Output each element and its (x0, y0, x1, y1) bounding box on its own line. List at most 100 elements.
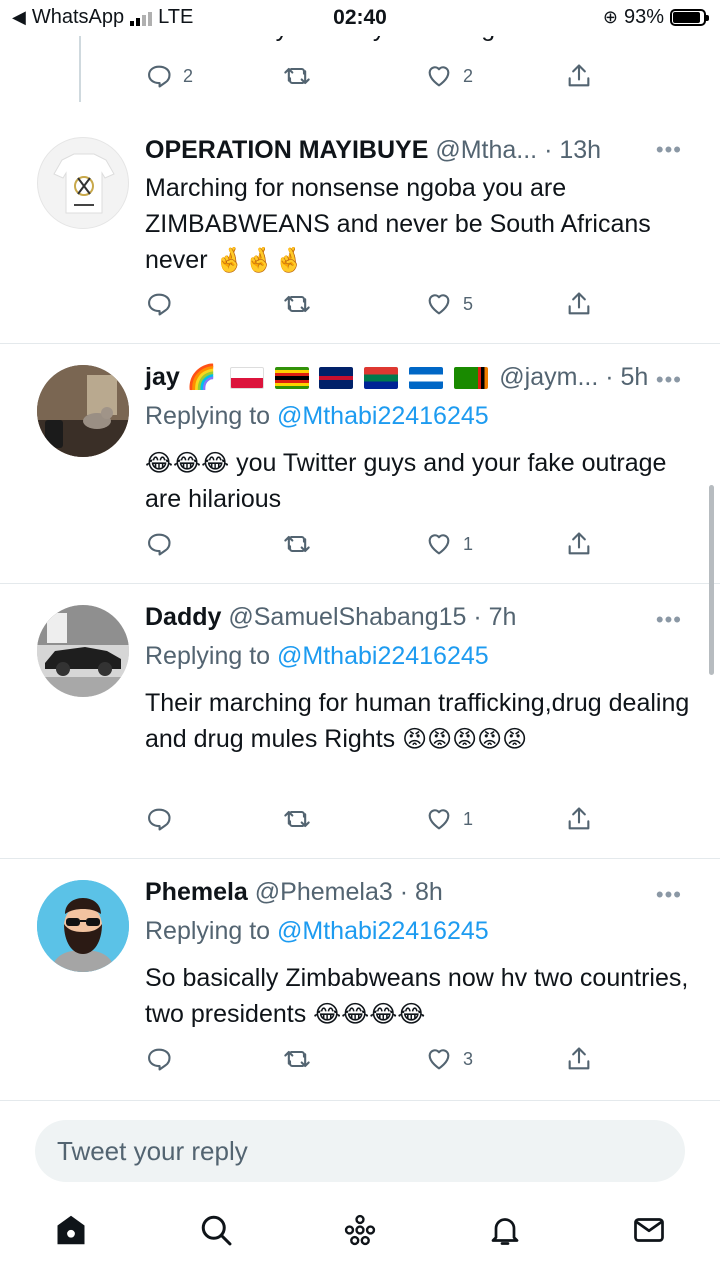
home-icon (57, 1215, 85, 1245)
retweet-button[interactable] (283, 1045, 311, 1073)
reply-button[interactable]: 2 (145, 62, 193, 90)
scrollbar[interactable] (709, 485, 714, 675)
tshirt-logo-image (53, 153, 115, 214)
laughing-emojis: 😂😂😂 (145, 450, 230, 477)
tweet-actions: 1 (145, 530, 595, 560)
share-icon (568, 1047, 590, 1070)
divider (0, 343, 720, 344)
more-options-icon[interactable]: ••• (656, 367, 682, 393)
tweet-actions: 1 (145, 805, 595, 835)
more-options-icon[interactable]: ••• (656, 137, 682, 163)
more-options-icon[interactable]: ••• (656, 607, 682, 633)
display-name[interactable]: Daddy (145, 603, 221, 631)
rainbow-emoji: 🌈 (186, 364, 217, 391)
tab-spaces[interactable] (335, 1205, 385, 1255)
avatar[interactable] (37, 880, 129, 972)
avatar[interactable] (37, 605, 129, 697)
mention-link[interactable]: @Mthabi22416245 (277, 642, 489, 670)
tab-notifications[interactable] (480, 1205, 530, 1255)
previous-tweet-actions: 2 2 (145, 62, 595, 92)
avatar[interactable] (37, 365, 129, 457)
battery-icon (670, 9, 709, 26)
share-icon (568, 64, 590, 87)
share-button[interactable] (565, 62, 593, 90)
display-name[interactable]: Phemela (145, 878, 248, 906)
tab-search[interactable] (191, 1205, 241, 1255)
mention-link[interactable]: @Mthabi22416245 (277, 402, 489, 430)
divider (0, 583, 720, 584)
bell-icon (491, 1218, 519, 1245)
tweet-header: Phemela @Phemela3 · 8h (145, 877, 650, 907)
tweet-text: So basically Zimbabweans now hv two coun… (145, 960, 690, 1032)
car-photo-image (37, 605, 129, 697)
user-handle[interactable]: @SamuelShabang15 (228, 603, 466, 631)
uk-flag-icon (319, 367, 354, 390)
tweet-header: Daddy @SamuelShabang15 · 7h (145, 602, 650, 632)
bottom-tab-bar (0, 1205, 720, 1265)
share-button[interactable] (565, 530, 593, 558)
thread-line (79, 36, 81, 102)
tweet-header: OPERATION MAYIBUYE @Mtha... · 13h (145, 135, 650, 165)
status-bar: ◀ WhatsApp LTE 02:40 ⊕ 93% (0, 0, 720, 36)
tweet-time: · 13h (544, 136, 602, 164)
share-button[interactable] (565, 805, 593, 833)
like-button[interactable]: 3 (425, 1045, 473, 1073)
retweet-button[interactable] (283, 530, 311, 558)
reply-button[interactable] (145, 805, 173, 833)
retweet-button[interactable] (283, 290, 311, 318)
share-icon (568, 807, 590, 830)
spaces-icon (344, 1214, 376, 1246)
reply-icon (148, 808, 171, 831)
like-button[interactable]: 1 (425, 530, 473, 558)
tab-messages[interactable] (624, 1205, 674, 1255)
retweet-button[interactable] (283, 805, 311, 833)
retweet-icon (284, 67, 310, 85)
retweet-icon (284, 1050, 310, 1068)
bearded-man-avatar-image (37, 880, 129, 972)
poland-flag-icon (229, 367, 264, 390)
tweet-text: 😂😂😂 you Twitter guys and your fake outra… (145, 445, 690, 517)
reply-count: 2 (183, 65, 194, 86)
user-handle[interactable]: @jaym... (499, 363, 598, 391)
retweet-button[interactable] (283, 62, 311, 90)
reply-input[interactable]: Tweet your reply (35, 1120, 685, 1182)
like-count: 5 (463, 293, 474, 314)
mention-link[interactable]: @Mthabi22416245 (277, 917, 489, 945)
like-button[interactable]: 5 (425, 290, 473, 318)
tweet-actions: 5 (145, 290, 595, 320)
replying-to: Replying to @Mthabi22416245 (145, 917, 489, 946)
nicaragua-flag-icon (409, 367, 444, 390)
retweet-icon (284, 810, 310, 828)
reply-button[interactable] (145, 290, 173, 318)
like-count: 2 (463, 65, 474, 86)
search-icon (201, 1215, 232, 1246)
user-handle[interactable]: @Mtha... (435, 136, 537, 164)
angry-face-emojis: 😡😡😡😡😡 (402, 726, 528, 753)
tweet-actions: 3 (145, 1045, 595, 1075)
flag-row (229, 363, 500, 391)
tweet-header: jay 🌈 @jaym... · 5h (145, 362, 650, 392)
share-icon (568, 292, 590, 315)
more-options-icon[interactable]: ••• (656, 882, 682, 908)
replying-to: Replying to @Mthabi22416245 (145, 642, 489, 671)
like-button[interactable]: 1 (425, 805, 473, 833)
battery-percent: 93% (623, 6, 664, 28)
divider (0, 858, 720, 859)
like-button[interactable]: 2 (425, 62, 473, 90)
share-button[interactable] (565, 290, 593, 318)
tweet-text: Their marching for human trafficking,dru… (145, 685, 690, 757)
like-count: 3 (463, 1048, 474, 1069)
tweet-time: · 8h (399, 878, 443, 906)
share-button[interactable] (565, 1045, 593, 1073)
reply-button[interactable] (145, 530, 173, 558)
reply-placeholder: Tweet your reply (57, 1136, 248, 1166)
avatar[interactable] (37, 137, 129, 229)
cat-photo-image (37, 365, 129, 457)
display-name[interactable]: OPERATION MAYIBUYE (145, 136, 428, 164)
tab-home[interactable] (46, 1205, 96, 1255)
reply-button[interactable] (145, 1045, 173, 1073)
like-count: 1 (463, 533, 474, 554)
user-handle[interactable]: @Phemela3 (255, 878, 393, 906)
display-name[interactable]: jay (145, 363, 180, 391)
divider (0, 1100, 720, 1101)
